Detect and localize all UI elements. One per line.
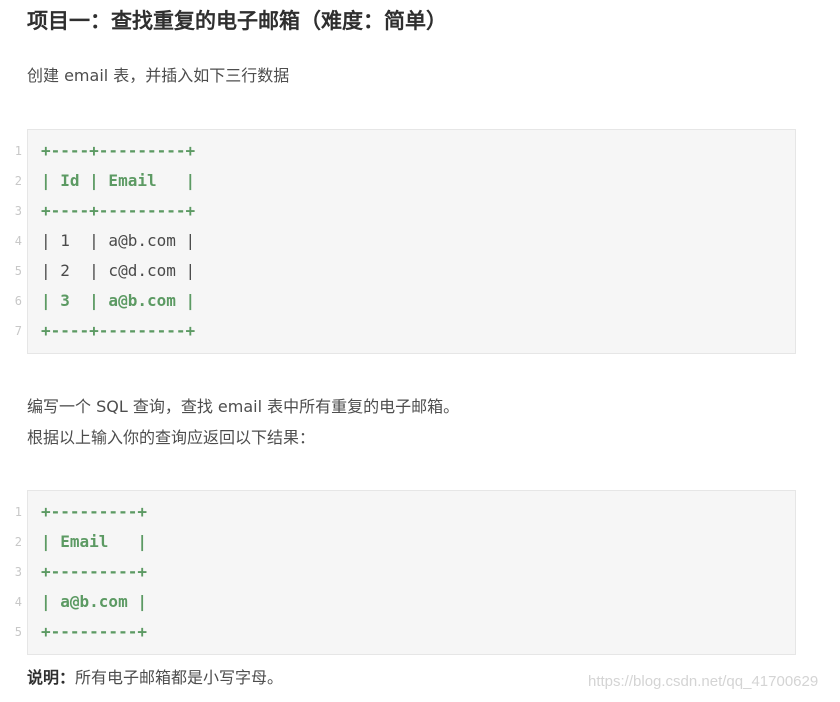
line-number: 7 [14, 324, 22, 338]
line-number: 6 [14, 294, 22, 308]
note: 说明：所有电子邮箱都是小写字母。 [27, 664, 283, 692]
note-text: 所有电子邮箱都是小写字母。 [75, 668, 284, 687]
code-line: | Email | [41, 532, 147, 551]
line-number: 3 [14, 565, 22, 579]
code-line: +----+---------+ [41, 201, 196, 220]
code-line: | Id | Email | [41, 171, 196, 190]
note-label: 说明： [27, 668, 76, 687]
code-line: | a@b.com | [41, 592, 147, 611]
code-line: +---------+ [41, 502, 147, 521]
result-table-code-block: 1 2 3 4 5 +---------+ | Email | +---------+ | a… [15, 490, 796, 655]
code-line: +---------+ [41, 562, 147, 581]
line-number: 2 [14, 535, 22, 549]
input-table-code-block: 1 2 3 4 5 6 7 +----+---------+ | Id | Email | +-… [15, 129, 796, 354]
code-line: | 3 | a@b.com | [41, 291, 196, 310]
line-number: 1 [14, 144, 22, 158]
page-title: 项目一：查找重复的电子邮箱（难度：简单） [27, 9, 447, 33]
code-line: | 1 | a@b.com | [41, 231, 196, 250]
task-description: 编写一个 SQL 查询，查找 email 表中所有重复的电子邮箱。 [27, 397, 460, 416]
task-result-intro: 根据以上输入你的查询应返回以下结果： [27, 428, 316, 447]
line-number: 2 [14, 174, 22, 188]
line-number: 1 [14, 505, 22, 519]
line-number: 4 [14, 595, 22, 609]
intro-text: 创建 email 表，并插入如下三行数据 [27, 66, 290, 85]
code-line: +---------+ [41, 622, 147, 641]
line-number: 4 [14, 234, 22, 248]
line-number: 5 [14, 264, 22, 278]
code-line: | 2 | c@d.com | [41, 261, 196, 280]
line-number: 3 [14, 204, 22, 218]
watermark: https://blog.csdn.net/qq_41700629 [588, 673, 819, 690]
code-line: +----+---------+ [41, 141, 196, 160]
code-line: +----+---------+ [41, 321, 196, 340]
line-number: 5 [14, 625, 22, 639]
